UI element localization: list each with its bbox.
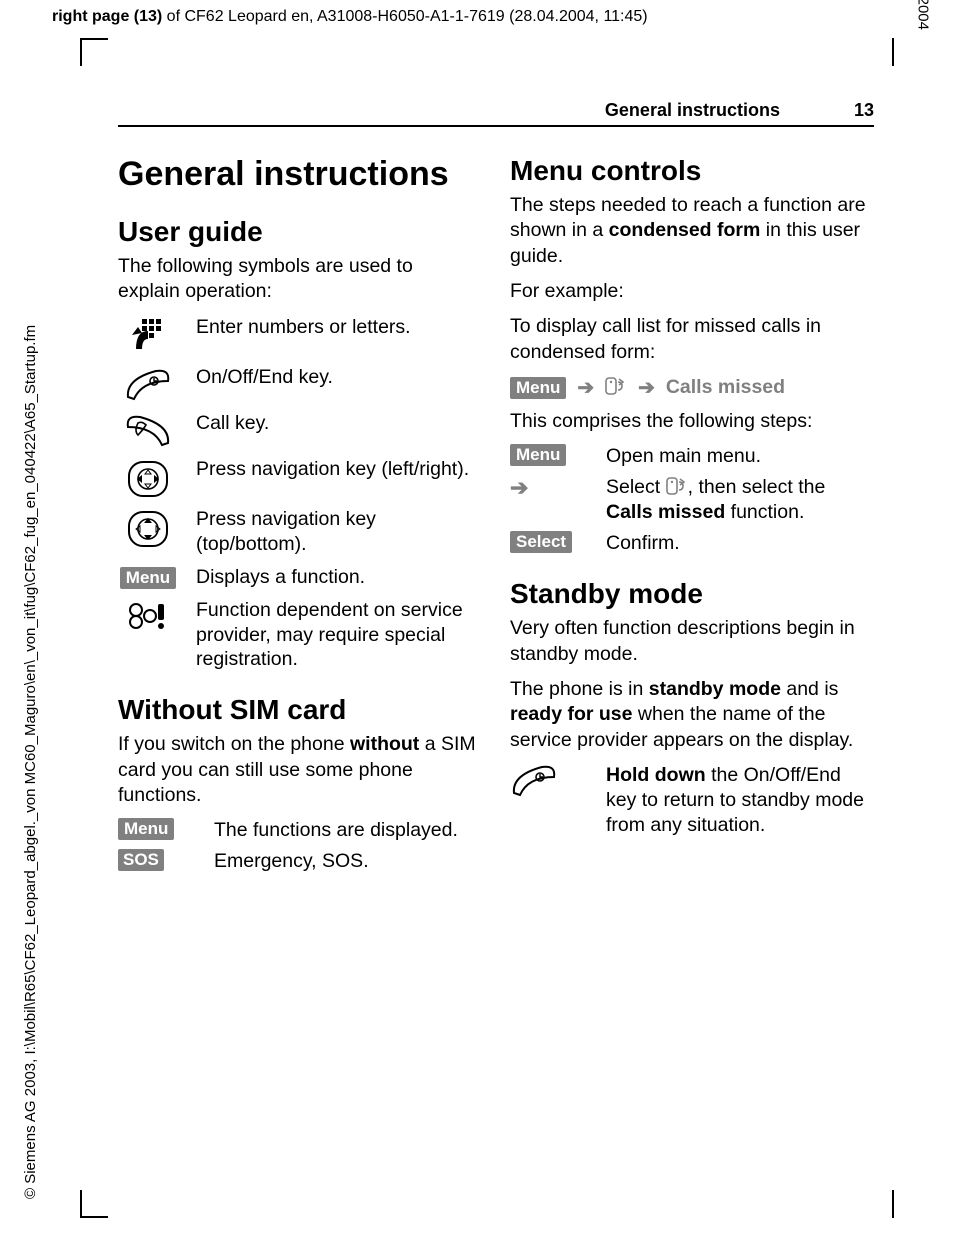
step-desc: Open main menu.	[606, 444, 761, 469]
softkey-label: Menu	[510, 444, 566, 466]
left-meta: © Siemens AG 2003, I:\Mobil\R65\CF62_Leo…	[22, 325, 39, 1199]
symbol-row: Press navigation key (left/right).	[118, 457, 480, 499]
left-column: General instructions User guide The foll…	[118, 147, 480, 880]
menu-controls-heading: Menu controls	[510, 155, 872, 187]
without-sim-paragraph: If you switch on the phone without a SIM…	[118, 732, 480, 808]
menu-softkey-icon: Menu	[118, 818, 196, 840]
top-meta-bold: right page (13)	[52, 8, 162, 25]
this-comprises: This comprises the following steps:	[510, 409, 872, 434]
symbol-row: Call key.	[118, 411, 480, 449]
arrow-right-icon: ➔	[510, 475, 588, 501]
menu-path: Menu ➔ ➔ Calls missed	[510, 375, 872, 401]
without-sim-heading: Without SIM card	[118, 694, 480, 726]
right-column: Menu controls The steps needed to reach …	[510, 147, 872, 880]
step-desc: Select , then select the Calls missed fu…	[606, 475, 872, 525]
right-meta: VAR Language: English; VAR issue date: 1…	[915, 0, 932, 30]
symbol-desc: Press navigation key (left/right).	[196, 457, 469, 482]
symbol-desc: Function dependent on service provider, …	[196, 598, 480, 673]
records-icon	[666, 476, 688, 496]
call-key-icon	[118, 411, 178, 449]
for-example: For example:	[510, 279, 872, 304]
standby-row: Hold down the On/Off/End key to return t…	[510, 763, 872, 838]
running-header: General instructions 13	[118, 100, 874, 127]
step-desc: Confirm.	[606, 531, 680, 556]
provider-dependent-icon	[118, 598, 178, 630]
standby-row-desc: Hold down the On/Off/End key to return t…	[606, 763, 872, 838]
crop-mark	[80, 38, 108, 40]
page-sheet: right page (13) of CF62 Leopard en, A310…	[0, 0, 954, 1246]
standby-p2: The phone is in standby mode and is read…	[510, 677, 872, 753]
nav-left-right-icon	[118, 457, 178, 499]
symbol-row: Function dependent on service provider, …	[118, 598, 480, 673]
step-row: ➔ Select , then select the Calls missed …	[510, 475, 872, 525]
symbol-desc: Enter numbers or letters.	[196, 315, 411, 340]
user-guide-heading: User guide	[118, 216, 480, 248]
select-softkey-icon: Select	[510, 531, 588, 553]
softkey-label: Menu	[510, 377, 566, 399]
softkey-label: SOS	[118, 849, 164, 871]
user-guide-intro: The following symbols are used to explai…	[118, 254, 480, 305]
symbol-desc: Call key.	[196, 411, 269, 436]
menu-controls-p1: The steps needed to reach a function are…	[510, 193, 872, 269]
crop-mark	[80, 1216, 108, 1218]
columns: General instructions User guide The foll…	[118, 147, 874, 880]
without-sim-desc: Emergency, SOS.	[214, 849, 369, 874]
top-meta: right page (13) of CF62 Leopard en, A310…	[52, 8, 648, 26]
symbol-desc: On/Off/End key.	[196, 365, 333, 390]
symbol-desc: Press navigation key (top/bottom).	[196, 507, 480, 557]
softkey-label: Select	[510, 531, 572, 553]
standby-p1: Very often function descriptions begin i…	[510, 616, 872, 667]
crop-mark	[892, 1190, 894, 1218]
symbol-desc: Displays a function.	[196, 565, 365, 590]
without-sim-desc: The functions are displayed.	[214, 818, 458, 843]
crop-mark	[80, 38, 82, 66]
top-meta-rest: of CF62 Leopard en, A31008-H6050-A1-1-76…	[162, 8, 647, 25]
symbol-row: Press navigation key (top/bottom).	[118, 507, 480, 557]
nav-top-bottom-icon	[118, 507, 178, 549]
step-row: Menu Open main menu.	[510, 444, 872, 469]
running-header-page: 13	[854, 100, 874, 121]
symbol-row: On/Off/End key.	[118, 365, 480, 403]
arrow-right-icon: ➔	[572, 375, 600, 401]
records-icon	[605, 376, 627, 396]
end-key-icon	[118, 365, 178, 403]
end-key-icon	[510, 763, 588, 799]
keypad-icon	[118, 315, 178, 357]
page-title: General instructions	[118, 155, 480, 194]
menu-softkey-icon: Menu	[118, 565, 178, 589]
without-sim-row: SOS Emergency, SOS.	[118, 849, 480, 874]
symbol-row: Enter numbers or letters.	[118, 315, 480, 357]
step-row: Select Confirm.	[510, 531, 872, 556]
path-target: Calls missed	[666, 376, 785, 398]
crop-mark	[80, 1190, 82, 1218]
softkey-label: Menu	[118, 818, 174, 840]
crop-mark	[892, 38, 894, 66]
sos-softkey-icon: SOS	[118, 849, 196, 871]
example-intro: To display call list for missed calls in…	[510, 314, 872, 365]
running-header-section: General instructions	[605, 100, 780, 121]
menu-softkey-icon: Menu	[510, 444, 588, 466]
without-sim-row: Menu The functions are displayed.	[118, 818, 480, 843]
standby-heading: Standby mode	[510, 578, 872, 610]
symbol-row: Menu Displays a function.	[118, 565, 480, 590]
page-body: General instructions 13 General instruct…	[118, 70, 874, 880]
softkey-label: Menu	[120, 567, 176, 589]
arrow-right-icon: ➔	[633, 375, 661, 401]
